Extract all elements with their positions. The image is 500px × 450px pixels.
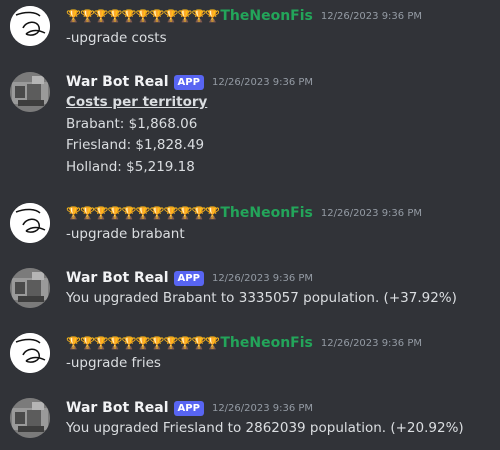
scribble-avatar-icon xyxy=(10,203,50,243)
message-text: -upgrade fries xyxy=(66,355,161,371)
timestamp[interactable]: 12/26/2023 9:36 PM xyxy=(321,11,422,22)
username[interactable]: TheNeonFis xyxy=(220,8,313,24)
app-badge: APP xyxy=(173,74,204,90)
bot-photo-icon xyxy=(10,398,50,438)
message-header: 🏆🏆🏆🏆🏆🏆🏆🏆🏆🏆🏆 TheNeonFis 12/26/2023 9:36 P… xyxy=(66,203,422,223)
bot-avatar[interactable] xyxy=(10,268,50,308)
message-text: -upgrade costs xyxy=(66,30,167,46)
cost-line: Friesland: $1,828.49 xyxy=(66,137,205,153)
cost-line: Brabant: $1,868.06 xyxy=(66,115,198,132)
scribble-avatar-icon xyxy=(10,6,50,46)
bot-avatar[interactable] xyxy=(10,398,50,438)
chat-message: 🏆🏆🏆🏆🏆🏆🏆🏆🏆🏆🏆 TheNeonFis 12/26/2023 9:36 P… xyxy=(0,6,500,46)
timestamp[interactable]: 12/26/2023 9:36 PM xyxy=(212,273,313,284)
message-text: You upgraded Brabant to 3335057 populati… xyxy=(66,290,457,306)
app-badge: APP xyxy=(173,270,204,286)
message-header: 🏆🏆🏆🏆🏆🏆🏆🏆🏆🏆🏆 TheNeonFis 12/26/2023 9:36 P… xyxy=(66,333,422,353)
message-header: War Bot Real APP 12/26/2023 9:36 PM xyxy=(66,398,313,418)
message-header: 🏆🏆🏆🏆🏆🏆🏆🏆🏆🏆🏆 TheNeonFis 12/26/2023 9:36 P… xyxy=(66,6,422,26)
bot-photo-icon xyxy=(10,268,50,308)
scribble-avatar-icon xyxy=(10,333,50,373)
user-avatar[interactable] xyxy=(10,6,50,46)
username[interactable]: War Bot Real xyxy=(66,400,169,416)
cost-line: Holland: $5,219.18 xyxy=(66,158,195,175)
message-body: Costs per territory Brabant: $1,868.06 F… xyxy=(66,92,207,178)
username[interactable]: TheNeonFis xyxy=(220,335,313,351)
trophy-icons: 🏆🏆🏆🏆🏆🏆🏆🏆🏆🏆🏆 xyxy=(66,336,220,350)
trophy-icons: 🏆🏆🏆🏆🏆🏆🏆🏆🏆🏆🏆 xyxy=(66,9,220,23)
bot-avatar[interactable] xyxy=(10,72,50,112)
app-badge: APP xyxy=(173,400,204,416)
message-header: War Bot Real APP 12/26/2023 9:36 PM xyxy=(66,268,313,288)
username[interactable]: TheNeonFis xyxy=(220,205,313,221)
username[interactable]: War Bot Real xyxy=(66,270,169,286)
chat-message: War Bot Real APP 12/26/2023 9:36 PM You … xyxy=(0,398,500,438)
trophy-icons: 🏆🏆🏆🏆🏆🏆🏆🏆🏆🏆🏆 xyxy=(66,206,220,220)
user-avatar[interactable] xyxy=(10,333,50,373)
costs-heading: Costs per territory xyxy=(66,94,208,110)
message-header: War Bot Real APP 12/26/2023 9:36 PM xyxy=(66,72,313,92)
message-text: You upgraded Friesland to 2862039 popula… xyxy=(66,420,464,436)
chat-message: 🏆🏆🏆🏆🏆🏆🏆🏆🏆🏆🏆 TheNeonFis 12/26/2023 9:36 P… xyxy=(0,203,500,243)
username[interactable]: War Bot Real xyxy=(66,74,169,90)
bot-photo-icon xyxy=(10,72,50,112)
chat-message: War Bot Real APP 12/26/2023 9:36 PM You … xyxy=(0,268,500,308)
chat-message: War Bot Real APP 12/26/2023 9:36 PM Cost… xyxy=(0,72,500,182)
timestamp[interactable]: 12/26/2023 9:36 PM xyxy=(212,403,313,414)
timestamp[interactable]: 12/26/2023 9:36 PM xyxy=(321,338,422,349)
chat-message: 🏆🏆🏆🏆🏆🏆🏆🏆🏆🏆🏆 TheNeonFis 12/26/2023 9:36 P… xyxy=(0,333,500,373)
timestamp[interactable]: 12/26/2023 9:36 PM xyxy=(212,77,313,88)
message-text: -upgrade brabant xyxy=(66,226,185,242)
user-avatar[interactable] xyxy=(10,203,50,243)
chat-message-list: 🏆🏆🏆🏆🏆🏆🏆🏆🏆🏆🏆 TheNeonFis 12/26/2023 9:36 P… xyxy=(0,0,500,450)
timestamp[interactable]: 12/26/2023 9:36 PM xyxy=(321,208,422,219)
